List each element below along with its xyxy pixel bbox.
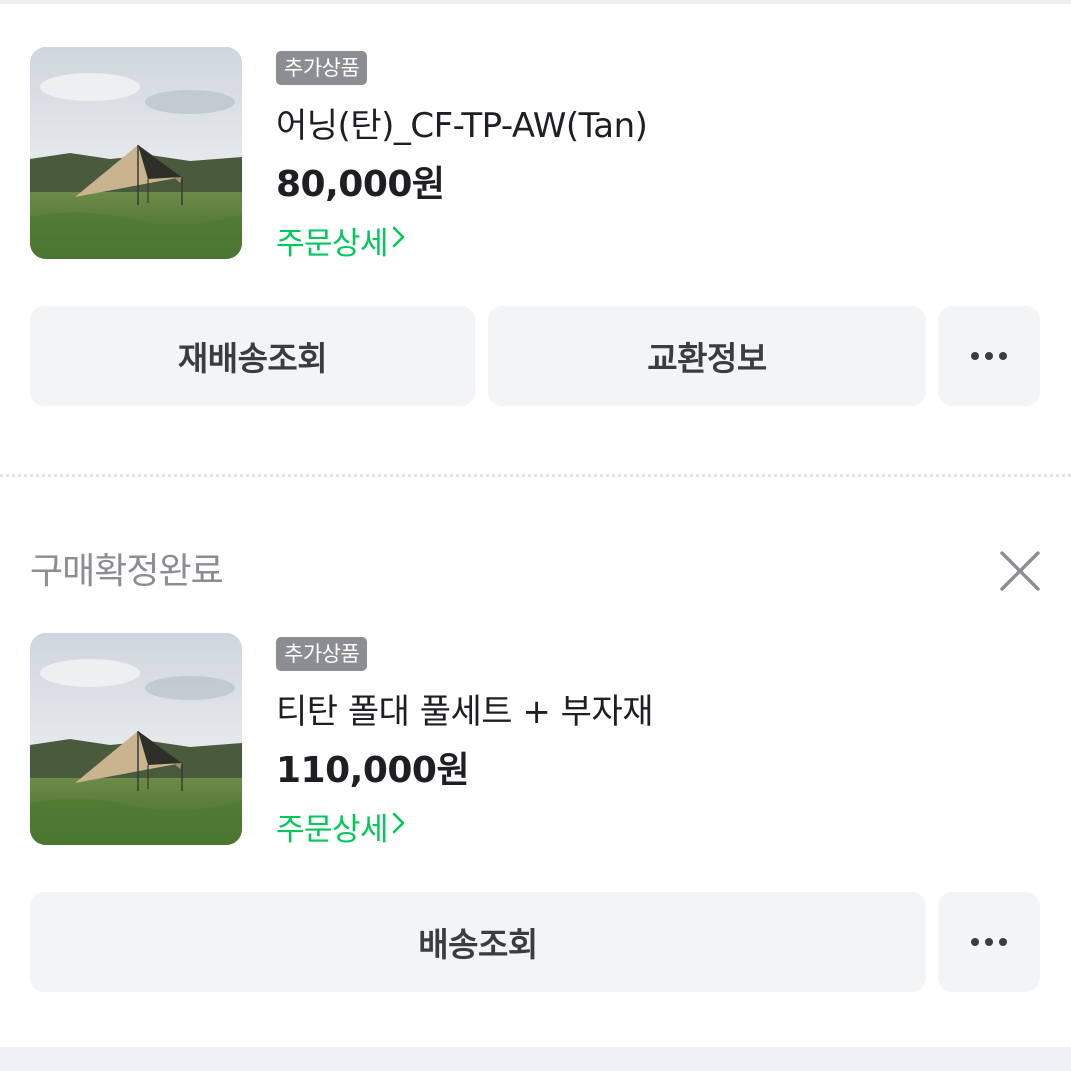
order-status-title: 구매확정완료 xyxy=(30,551,224,592)
product-name[interactable]: 어닝(탄)_CF-TP-AW(Tan) xyxy=(276,98,648,147)
chevron-right-icon xyxy=(390,223,408,259)
reship-tracking-button[interactable]: 재배송조회 xyxy=(30,306,475,406)
bottom-section-gap xyxy=(0,1047,1071,1071)
product-thumbnail[interactable] xyxy=(30,633,242,845)
additional-product-badge: 추가상품 xyxy=(276,51,368,85)
additional-product-badge: 추가상품 xyxy=(276,637,368,671)
top-edge xyxy=(0,0,1071,4)
product-name[interactable]: 티탄 폴대 풀세트 + 부자재 xyxy=(276,684,654,733)
shipping-tracking-label: 배송조회 xyxy=(418,925,538,964)
more-options-button[interactable] xyxy=(938,306,1040,406)
tent-photo xyxy=(30,633,242,845)
tent-photo xyxy=(30,47,242,259)
order-detail-label: 주문상세 xyxy=(276,812,389,848)
section-divider xyxy=(0,474,1071,477)
product-price: 80,000원 xyxy=(276,164,445,205)
shipping-tracking-button[interactable]: 배송조회 xyxy=(30,892,926,992)
more-options-button[interactable] xyxy=(938,892,1040,992)
exchange-info-button[interactable]: 교환정보 xyxy=(488,306,926,406)
product-thumbnail[interactable] xyxy=(30,47,242,259)
product-price: 110,000원 xyxy=(276,750,470,791)
more-horizontal-icon xyxy=(971,352,1007,360)
order-detail-link[interactable]: 주문상세 xyxy=(276,218,408,263)
order-detail-label: 주문상세 xyxy=(276,226,389,262)
order-detail-link[interactable]: 주문상세 xyxy=(276,804,408,849)
close-icon[interactable] xyxy=(995,546,1045,596)
exchange-info-label: 교환정보 xyxy=(647,339,767,378)
chevron-right-icon xyxy=(390,809,408,845)
reship-tracking-label: 재배송조회 xyxy=(177,339,328,378)
more-horizontal-icon xyxy=(971,938,1007,946)
